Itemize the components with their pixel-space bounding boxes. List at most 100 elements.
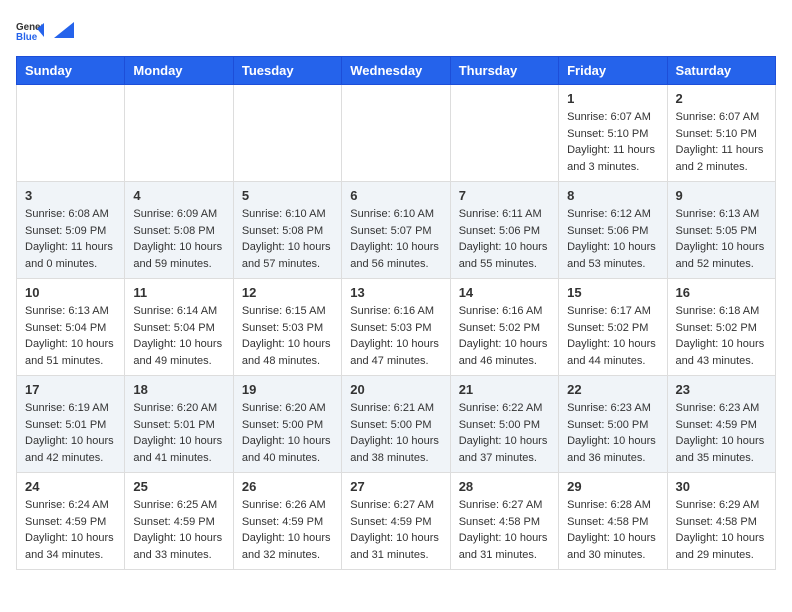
day-number: 21 <box>459 382 550 397</box>
day-number: 1 <box>567 91 658 106</box>
calendar-cell: 15Sunrise: 6:17 AMSunset: 5:02 PMDayligh… <box>559 279 667 376</box>
calendar-cell: 10Sunrise: 6:13 AMSunset: 5:04 PMDayligh… <box>17 279 125 376</box>
day-info: Daylight: 10 hours and 52 minutes. <box>676 239 767 272</box>
day-number: 13 <box>350 285 441 300</box>
calendar-cell: 27Sunrise: 6:27 AMSunset: 4:59 PMDayligh… <box>342 473 450 570</box>
calendar-week-row: 10Sunrise: 6:13 AMSunset: 5:04 PMDayligh… <box>17 279 776 376</box>
day-info: Sunrise: 6:21 AM <box>350 400 441 417</box>
day-number: 18 <box>133 382 224 397</box>
calendar-cell: 19Sunrise: 6:20 AMSunset: 5:00 PMDayligh… <box>233 376 341 473</box>
day-info: Daylight: 10 hours and 41 minutes. <box>133 433 224 466</box>
day-info: Daylight: 10 hours and 57 minutes. <box>242 239 333 272</box>
day-info: Daylight: 10 hours and 46 minutes. <box>459 336 550 369</box>
day-info: Sunrise: 6:23 AM <box>567 400 658 417</box>
day-info: Sunrise: 6:28 AM <box>567 497 658 514</box>
day-number: 22 <box>567 382 658 397</box>
calendar-cell: 7Sunrise: 6:11 AMSunset: 5:06 PMDaylight… <box>450 182 558 279</box>
day-info: Sunset: 5:06 PM <box>459 223 550 240</box>
day-info: Sunset: 5:03 PM <box>242 320 333 337</box>
day-info: Sunset: 5:06 PM <box>567 223 658 240</box>
calendar-cell: 3Sunrise: 6:08 AMSunset: 5:09 PMDaylight… <box>17 182 125 279</box>
day-info: Daylight: 10 hours and 38 minutes. <box>350 433 441 466</box>
day-number: 14 <box>459 285 550 300</box>
day-info: Sunrise: 6:17 AM <box>567 303 658 320</box>
day-info: Sunrise: 6:26 AM <box>242 497 333 514</box>
day-number: 3 <box>25 188 116 203</box>
day-info: Daylight: 10 hours and 47 minutes. <box>350 336 441 369</box>
day-info: Sunset: 5:10 PM <box>676 126 767 143</box>
calendar-header-row: SundayMondayTuesdayWednesdayThursdayFrid… <box>17 57 776 85</box>
day-info: Sunrise: 6:27 AM <box>459 497 550 514</box>
calendar-cell: 28Sunrise: 6:27 AMSunset: 4:58 PMDayligh… <box>450 473 558 570</box>
calendar-cell: 4Sunrise: 6:09 AMSunset: 5:08 PMDaylight… <box>125 182 233 279</box>
day-info: Sunset: 4:59 PM <box>133 514 224 531</box>
weekday-header: Monday <box>125 57 233 85</box>
calendar-week-row: 3Sunrise: 6:08 AMSunset: 5:09 PMDaylight… <box>17 182 776 279</box>
weekday-header: Tuesday <box>233 57 341 85</box>
day-info: Sunrise: 6:27 AM <box>350 497 441 514</box>
calendar-cell <box>17 85 125 182</box>
day-number: 10 <box>25 285 116 300</box>
day-info: Sunset: 5:00 PM <box>567 417 658 434</box>
day-number: 6 <box>350 188 441 203</box>
day-info: Sunset: 5:08 PM <box>242 223 333 240</box>
day-info: Daylight: 10 hours and 36 minutes. <box>567 433 658 466</box>
calendar-week-row: 17Sunrise: 6:19 AMSunset: 5:01 PMDayligh… <box>17 376 776 473</box>
day-number: 23 <box>676 382 767 397</box>
calendar-cell <box>233 85 341 182</box>
day-info: Sunset: 4:58 PM <box>676 514 767 531</box>
weekday-header: Friday <box>559 57 667 85</box>
calendar-cell: 8Sunrise: 6:12 AMSunset: 5:06 PMDaylight… <box>559 182 667 279</box>
calendar-cell: 30Sunrise: 6:29 AMSunset: 4:58 PMDayligh… <box>667 473 775 570</box>
weekday-header: Sunday <box>17 57 125 85</box>
day-number: 24 <box>25 479 116 494</box>
day-number: 2 <box>676 91 767 106</box>
day-info: Daylight: 10 hours and 42 minutes. <box>25 433 116 466</box>
calendar-cell: 25Sunrise: 6:25 AMSunset: 4:59 PMDayligh… <box>125 473 233 570</box>
day-info: Sunset: 5:00 PM <box>459 417 550 434</box>
day-info: Sunrise: 6:15 AM <box>242 303 333 320</box>
day-info: Sunrise: 6:29 AM <box>676 497 767 514</box>
day-number: 7 <box>459 188 550 203</box>
calendar-cell: 13 Sunrise: 6:16 AMSunset: 5:03 PMDayligh… <box>342 279 450 376</box>
day-number: 15 <box>567 285 658 300</box>
calendar-cell <box>342 85 450 182</box>
day-number: 8 <box>567 188 658 203</box>
day-info: Daylight: 10 hours and 37 minutes. <box>459 433 550 466</box>
day-number: 19 <box>242 382 333 397</box>
calendar-cell: 12Sunrise: 6:15 AMSunset: 5:03 PMDayligh… <box>233 279 341 376</box>
day-info: Sunset: 4:59 PM <box>350 514 441 531</box>
day-info: Sunset: 4:59 PM <box>25 514 116 531</box>
day-info: Sunrise: 6:07 AM <box>567 109 658 126</box>
day-info: Sunrise: 6:07 AM <box>676 109 767 126</box>
day-info: Sunset: 5:03 PM <box>350 320 441 337</box>
day-info: Sunset: 4:58 PM <box>459 514 550 531</box>
day-info: Sunrise: 6:09 AM <box>133 206 224 223</box>
day-info: Sunrise: 6:13 AM <box>25 303 116 320</box>
weekday-header: Saturday <box>667 57 775 85</box>
day-number: 30 <box>676 479 767 494</box>
day-info: Daylight: 10 hours and 30 minutes. <box>567 530 658 563</box>
day-info: Sunrise: 6:13 AM <box>676 206 767 223</box>
calendar-cell: 22 Sunrise: 6:23 AMSunset: 5:00 PMDayligh… <box>559 376 667 473</box>
page-header: General Blue <box>16 16 776 44</box>
calendar-cell: 21Sunrise: 6:22 AMSunset: 5:00 PMDayligh… <box>450 376 558 473</box>
day-info: Sunset: 5:00 PM <box>242 417 333 434</box>
day-info: Sunrise: 6:16 AM <box>350 303 441 320</box>
day-info: Sunrise: 6:25 AM <box>133 497 224 514</box>
calendar-cell: 18Sunrise: 6:20 AMSunset: 5:01 PMDayligh… <box>125 376 233 473</box>
calendar-table: SundayMondayTuesdayWednesdayThursdayFrid… <box>16 56 776 570</box>
day-info: Daylight: 10 hours and 55 minutes. <box>459 239 550 272</box>
day-number: 5 <box>242 188 333 203</box>
day-info: Sunset: 5:02 PM <box>567 320 658 337</box>
day-info: Daylight: 10 hours and 59 minutes. <box>133 239 224 272</box>
calendar-cell <box>125 85 233 182</box>
day-info: Sunrise: 6:24 AM <box>25 497 116 514</box>
day-info: Sunrise: 6:23 AM <box>676 400 767 417</box>
calendar-cell: 9Sunrise: 6:13 AMSunset: 5:05 PMDaylight… <box>667 182 775 279</box>
calendar-cell: 29Sunrise: 6:28 AMSunset: 4:58 PMDayligh… <box>559 473 667 570</box>
weekday-header: Wednesday <box>342 57 450 85</box>
day-info: Daylight: 10 hours and 51 minutes. <box>25 336 116 369</box>
calendar-cell: 17Sunrise: 6:19 AMSunset: 5:01 PMDayligh… <box>17 376 125 473</box>
logo-icon: General Blue <box>16 16 44 44</box>
